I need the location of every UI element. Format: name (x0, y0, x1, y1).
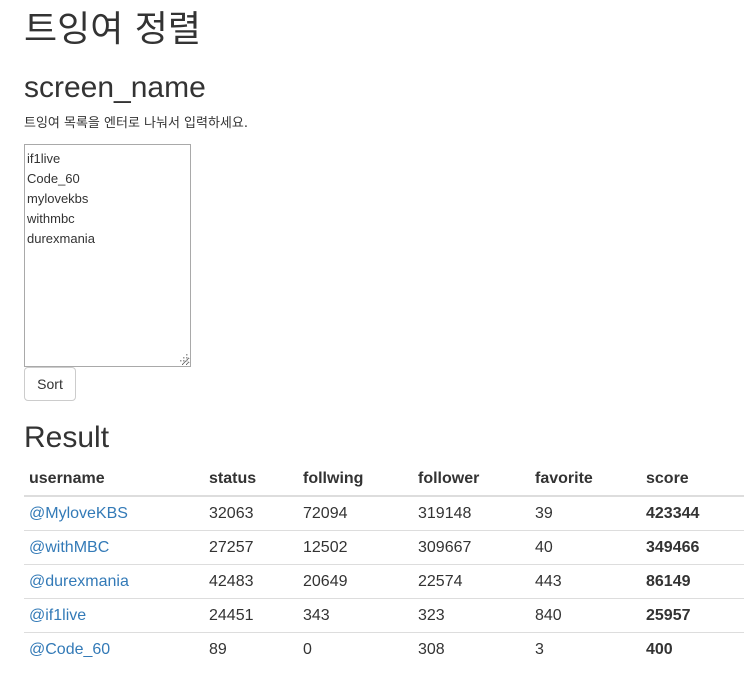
instructions-text: 트잉여 목록을 엔터로 나눠서 입력하세요. (24, 116, 248, 131)
follwing-cell: 20649 (298, 564, 413, 599)
column-header-follwing: follwing (298, 462, 413, 497)
username-link[interactable]: @if1live (29, 607, 86, 624)
follower-cell: 323 (413, 598, 530, 633)
status-cell: 27257 (204, 530, 298, 565)
table-header-row: username status follwing follower favori… (24, 462, 744, 497)
column-header-favorite: favorite (530, 462, 641, 497)
favorite-cell: 40 (530, 530, 641, 565)
favorite-cell: 3 (535, 640, 544, 658)
username-link[interactable]: @durexmania (29, 573, 129, 590)
result-heading: Result (24, 421, 110, 454)
column-header-score: score (641, 462, 744, 497)
follower-cell: 22574 (413, 564, 530, 599)
status-cell: 89 (209, 640, 227, 658)
favorite-cell: 443 (530, 564, 641, 599)
table-row: @if1live 24451 343 323 840 25957 (24, 598, 744, 633)
follower-cell: 309667 (413, 530, 530, 565)
username-link[interactable]: @MyloveKBS (29, 505, 128, 522)
status-cell: 42483 (204, 564, 298, 599)
username-link[interactable]: @Code_60 (29, 641, 110, 658)
score-cell: 400 (646, 640, 673, 658)
score-cell: 86149 (641, 564, 744, 599)
favorite-cell: 39 (530, 496, 641, 531)
table-row: @Code_60 89 0 308 3 400 (24, 633, 744, 667)
table-row: @withMBC 27257 12502 309667 40 349466 (24, 530, 744, 565)
screen-name-heading: screen_name (24, 71, 206, 104)
score-cell: 25957 (641, 598, 744, 633)
follower-cell: 308 (418, 640, 445, 658)
screen-names-textarea[interactable]: if1live Code_60 mylovekbs withmbc durexm… (24, 144, 191, 367)
follwing-cell: 0 (303, 640, 312, 658)
follwing-cell: 12502 (298, 530, 413, 565)
status-cell: 32063 (204, 496, 298, 531)
page-title: 트잉여 정렬 (24, 9, 202, 50)
follwing-cell: 343 (298, 598, 413, 633)
resize-grip-icon[interactable] (177, 353, 189, 365)
table-row: @MyloveKBS 32063 72094 319148 39 423344 (24, 496, 744, 531)
column-header-status: status (204, 462, 298, 497)
score-cell: 423344 (641, 496, 744, 531)
follwing-cell: 72094 (298, 496, 413, 531)
favorite-cell: 840 (530, 598, 641, 633)
column-header-username: username (24, 462, 204, 497)
score-cell: 349466 (641, 530, 744, 565)
sort-button[interactable]: Sort (24, 367, 76, 401)
follower-cell: 319148 (413, 496, 530, 531)
column-header-follower: follower (413, 462, 530, 497)
table-row: @durexmania 42483 20649 22574 443 86149 (24, 564, 744, 599)
result-table: username status follwing follower favori… (24, 462, 744, 666)
status-cell: 24451 (204, 598, 298, 633)
username-link[interactable]: @withMBC (29, 539, 109, 556)
